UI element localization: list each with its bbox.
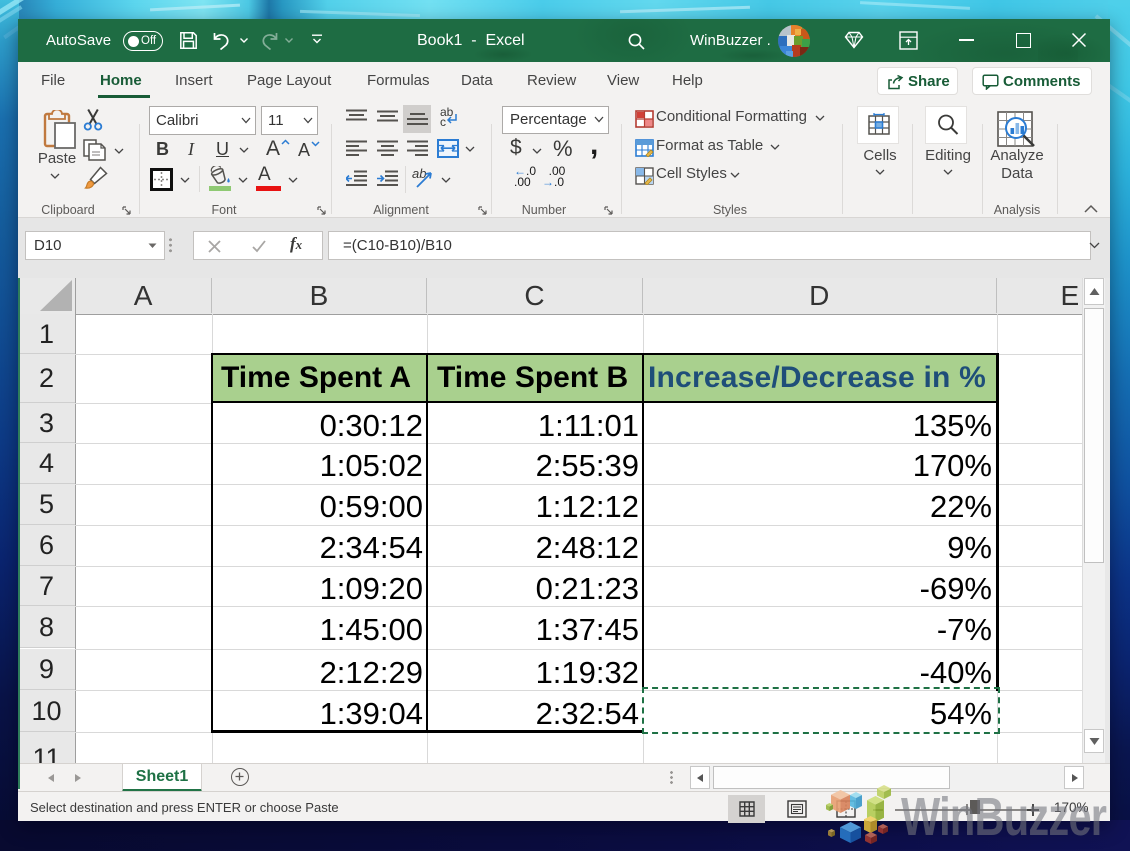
svg-text:c: c [440, 115, 446, 128]
